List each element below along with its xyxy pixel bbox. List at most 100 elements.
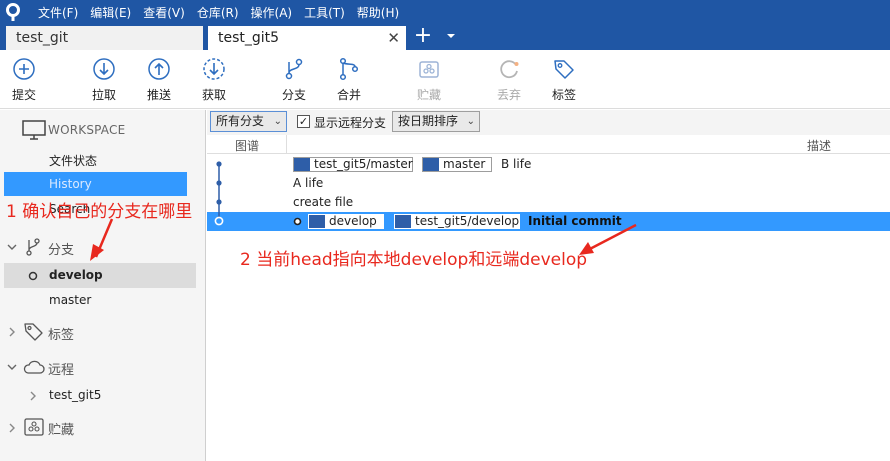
discard-button[interactable]: 丢弃 [487,56,531,106]
commit-label: 提交 [11,88,36,102]
commit-message: Initial commit [528,214,622,228]
toolbar: 提交 拉取 推送 获取 分支 合并 贮藏 丢弃 标签 [0,50,890,109]
commit-plus-icon [13,58,35,80]
graph-node [216,161,222,167]
menu-help[interactable]: 帮助(H) [357,4,399,21]
discard-label: 丢弃 [496,88,521,102]
sidebar-section-branches[interactable]: 分支 [48,239,74,258]
branch-icon [294,158,310,171]
tab-dropdown-caret-icon[interactable] [444,29,458,43]
local-branch-ref[interactable]: develop [308,214,384,229]
remote-branch-ref[interactable]: test_git5/develop [394,214,520,229]
discard-refresh-icon [500,60,519,79]
sort-order-select[interactable]: 按日期排序 ⌄ [392,111,480,132]
sidebar-item-file-status[interactable]: 文件状态 [49,152,97,169]
close-icon[interactable]: ✕ [387,26,400,50]
tag-button[interactable]: 标签 [542,56,586,106]
column-header-graph[interactable]: 图谱 [235,137,259,154]
sidebar-section-stashes[interactable]: 贮藏 [48,419,74,438]
tag-label: 标签 [551,88,576,102]
head-marker-icon [293,217,302,226]
menu-file[interactable]: 文件(F) [38,4,78,21]
chevron-right-icon[interactable] [7,423,17,433]
tab-test-git[interactable]: test_git [6,26,203,50]
cloud-icon [23,360,45,374]
tab-label: test_git5 [218,30,280,46]
chevron-down-icon: ⌄ [466,116,475,127]
commit-message: create file [293,195,354,209]
chevron-right-icon[interactable] [7,327,17,337]
menu-tools[interactable]: 工具(T) [304,4,345,21]
graph-node [216,199,222,205]
chevron-down-icon[interactable] [7,242,17,252]
chevron-right-icon[interactable] [28,391,38,401]
tag-icon [24,323,43,341]
sidebar-section-tags[interactable]: 标签 [48,324,74,343]
branch-label: 分支 [281,88,306,102]
tab-bar: test_git test_git5 ✕ + [0,24,890,50]
sidebar-section-remotes[interactable]: 远程 [48,359,74,378]
commit-button[interactable]: 提交 [2,56,46,106]
tab-label: test_git [16,30,69,46]
monitor-icon [22,120,46,140]
commit-row[interactable]: test_git5/master master B life [207,155,890,174]
commit-row[interactable]: A life [207,174,890,193]
sidebar-item-history[interactable]: History [4,172,187,196]
commit-message: B life [501,157,532,171]
stash-label: 贮藏 [416,88,441,102]
ref-label: test_git5/develop [415,214,520,228]
stash-button[interactable]: 贮藏 [407,56,451,106]
branch-icon [423,158,439,171]
show-remote-branches-label[interactable]: 显示远程分支 [314,114,386,131]
pull-button[interactable]: 拉取 [82,56,126,106]
column-header-description[interactable]: 描述 [807,137,831,154]
commit-graph [214,161,224,226]
merge-button[interactable]: 合并 [327,56,371,106]
ref-label: develop [329,214,377,228]
menu-repository[interactable]: 仓库(R) [197,4,239,21]
add-tab-plus-icon[interactable]: + [410,24,436,50]
workspace-header[interactable]: WORKSPACE [48,123,125,137]
local-branch-ref[interactable]: master [422,157,492,172]
sidebar-item-remote-test-git5[interactable]: test_git5 [49,388,101,402]
commit-row-selected[interactable]: develop test_git5/develop Initial commit [207,212,890,231]
menu-edit[interactable]: 编辑(E) [90,4,131,21]
history-column-header: 图谱 描述 [207,135,890,154]
chevron-down-icon: ⌄ [273,116,282,127]
fetch-arrow-icon [203,58,225,80]
tag-icon [554,60,574,79]
commit-message: A life [293,176,324,190]
sidebar-item-label: History [49,177,92,191]
menu-view[interactable]: 查看(V) [143,4,185,21]
fetch-button[interactable]: 获取 [192,56,236,106]
history-filter-bar: 所有分支 ⌄ ✓ 显示远程分支 按日期排序 ⌄ [207,110,890,135]
branch-icon [285,58,303,80]
graph-node [216,180,222,186]
branch-filter-select[interactable]: 所有分支 ⌄ [210,111,287,132]
chevron-down-icon[interactable] [7,362,17,372]
sourcetree-logo-icon [0,0,26,24]
ref-label: master [443,157,486,171]
show-remote-branches-checkbox[interactable]: ✓ [297,115,310,128]
push-up-arrow-icon [148,58,170,80]
graph-node-head [214,216,224,226]
merge-label: 合并 [336,88,361,102]
annotation-note-1: 1 确认自己的分支在哪里 [6,202,193,222]
tab-test-git5[interactable]: test_git5 ✕ [208,26,406,50]
sort-order-value: 按日期排序 [398,114,459,128]
merge-icon [339,57,359,81]
menu-actions[interactable]: 操作(A) [251,4,293,21]
remote-branch-ref[interactable]: test_git5/master [293,157,413,172]
push-button[interactable]: 推送 [137,56,181,106]
branch-icon [395,215,411,228]
annotation-note-2: 2 当前head指向本地develop和远端develop [240,250,588,270]
sidebar-item-master[interactable]: master [49,293,91,307]
column-divider[interactable] [286,135,287,154]
fetch-label: 获取 [201,88,226,102]
branch-button[interactable]: 分支 [272,56,316,106]
sidebar: WORKSPACE 文件状态 History Search 分支 develop… [0,110,206,461]
pull-down-arrow-icon [93,58,115,80]
push-label: 推送 [146,88,171,102]
stash-box-icon [419,61,439,78]
commit-row[interactable]: create file [207,193,890,212]
